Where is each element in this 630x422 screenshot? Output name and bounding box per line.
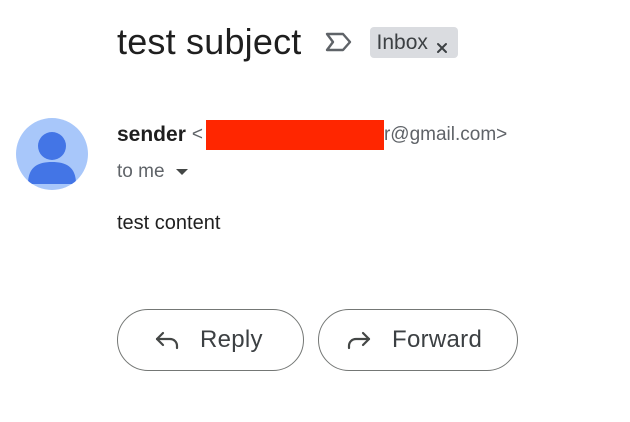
sender-email-open: < [191,124,203,145]
reply-button[interactable]: Reply [117,309,304,371]
label-chip-text: Inbox [376,30,428,54]
forward-button-label: Forward [392,326,483,353]
inbox-label-chip: Inbox [369,26,458,58]
close-icon[interactable] [436,36,448,53]
reply-arrow-icon [154,329,180,351]
subject-row: test subject Inbox [117,20,458,64]
redaction-block [205,120,384,150]
caret-down-icon [175,169,188,175]
sender-email: r@gmail.com> [383,124,508,145]
person-icon [28,132,76,184]
sender-avatar[interactable] [16,118,88,190]
sender-name[interactable]: sender [117,123,186,147]
recipients-toggle[interactable]: to me [117,160,188,184]
importance-marker-icon[interactable] [324,31,354,53]
recipients-label: to me [117,161,165,182]
forward-arrow-icon [346,329,372,351]
sender-line: sender < r@gmail.com> [117,120,508,150]
forward-button[interactable]: Forward [318,309,518,371]
email-subject: test subject [117,21,302,62]
reply-button-label: Reply [200,326,263,353]
email-view: test subject Inbox sender < r@gmail.com>… [0,0,630,422]
email-body: test content [117,212,221,234]
